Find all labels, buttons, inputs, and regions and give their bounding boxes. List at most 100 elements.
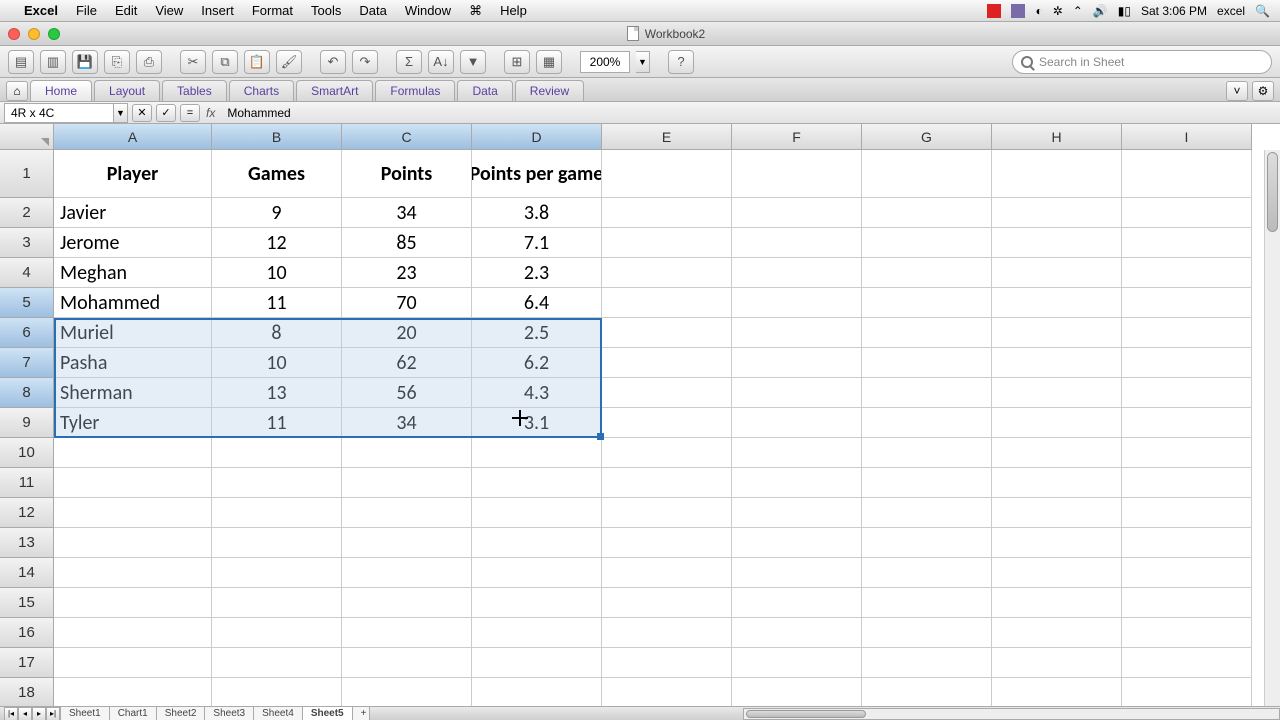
cell-D2[interactable]: 3.8 — [472, 198, 602, 228]
cell-I12[interactable] — [1122, 498, 1252, 528]
cell-H17[interactable] — [992, 648, 1122, 678]
gallery-button[interactable]: ⊞ — [504, 50, 530, 74]
name-box[interactable]: 4R x 4C — [4, 103, 114, 123]
tab-formulas[interactable]: Formulas — [375, 80, 455, 101]
cell-B3[interactable]: 12 — [212, 228, 342, 258]
cell-G2[interactable] — [862, 198, 992, 228]
redo-button[interactable]: ↷ — [352, 50, 378, 74]
cell-E14[interactable] — [602, 558, 732, 588]
sheet-tab-sheet3[interactable]: Sheet3 — [204, 707, 254, 720]
cell-B1[interactable]: Games — [212, 150, 342, 198]
cell-A1[interactable]: Player — [54, 150, 212, 198]
cell-G8[interactable] — [862, 378, 992, 408]
cell-G11[interactable] — [862, 468, 992, 498]
cell-C18[interactable] — [342, 678, 472, 706]
cell-B11[interactable] — [212, 468, 342, 498]
cell-E7[interactable] — [602, 348, 732, 378]
cell-C17[interactable] — [342, 648, 472, 678]
cell-D14[interactable] — [472, 558, 602, 588]
row-header-8[interactable]: 8 — [0, 378, 54, 408]
cell-F1[interactable] — [732, 150, 862, 198]
cell-I8[interactable] — [1122, 378, 1252, 408]
cell-H6[interactable] — [992, 318, 1122, 348]
cell-H16[interactable] — [992, 618, 1122, 648]
vertical-scrollbar[interactable] — [1264, 150, 1280, 706]
menu-window[interactable]: Window — [405, 3, 451, 18]
minimize-window-button[interactable] — [28, 28, 40, 40]
cell-A7[interactable]: Pasha — [54, 348, 212, 378]
script-menu-icon[interactable]: ⌘ — [469, 3, 482, 19]
cell-I16[interactable] — [1122, 618, 1252, 648]
cell-D3[interactable]: 7.1 — [472, 228, 602, 258]
cell-E17[interactable] — [602, 648, 732, 678]
column-header-H[interactable]: H — [992, 124, 1122, 150]
cell-A16[interactable] — [54, 618, 212, 648]
cell-C3[interactable]: 85 — [342, 228, 472, 258]
add-sheet-button[interactable]: + — [352, 707, 370, 720]
select-all-corner[interactable] — [0, 124, 54, 150]
cell-F4[interactable] — [732, 258, 862, 288]
enter-formula-button[interactable]: ✓ — [156, 104, 176, 122]
row-header-1[interactable]: 1 — [0, 150, 54, 198]
cell-G17[interactable] — [862, 648, 992, 678]
cell-B17[interactable] — [212, 648, 342, 678]
cell-A15[interactable] — [54, 588, 212, 618]
cell-D6[interactable]: 2.5 — [472, 318, 602, 348]
cell-C11[interactable] — [342, 468, 472, 498]
cell-B7[interactable]: 10 — [212, 348, 342, 378]
formula-field[interactable]: Mohammed — [221, 106, 1280, 120]
autosum-button[interactable]: Σ — [396, 50, 422, 74]
cell-G1[interactable] — [862, 150, 992, 198]
save-as-button[interactable]: ⎘ — [104, 50, 130, 74]
cell-B8[interactable]: 13 — [212, 378, 342, 408]
column-header-D[interactable]: D — [472, 124, 602, 150]
tab-home[interactable]: Home — [30, 80, 92, 101]
status-icon-red[interactable] — [987, 4, 1001, 18]
cell-D8[interactable]: 4.3 — [472, 378, 602, 408]
cell-H10[interactable] — [992, 438, 1122, 468]
horizontal-scrollbar[interactable] — [743, 708, 1280, 720]
cell-B2[interactable]: 9 — [212, 198, 342, 228]
cell-C14[interactable] — [342, 558, 472, 588]
sheet-nav-prev[interactable]: ◂ — [18, 707, 32, 720]
cell-F2[interactable] — [732, 198, 862, 228]
cell-A11[interactable] — [54, 468, 212, 498]
cell-G3[interactable] — [862, 228, 992, 258]
formula-builder-button[interactable]: = — [180, 104, 200, 122]
cell-I3[interactable] — [1122, 228, 1252, 258]
tab-layout[interactable]: Layout — [94, 80, 160, 101]
cell-H9[interactable] — [992, 408, 1122, 438]
cell-G12[interactable] — [862, 498, 992, 528]
cell-A13[interactable] — [54, 528, 212, 558]
cell-D9[interactable]: 3.1 — [472, 408, 602, 438]
row-header-18[interactable]: 18 — [0, 678, 54, 706]
menu-insert[interactable]: Insert — [201, 3, 234, 18]
toolbox-button[interactable]: ▦ — [536, 50, 562, 74]
cell-I17[interactable] — [1122, 648, 1252, 678]
cell-H4[interactable] — [992, 258, 1122, 288]
cell-I1[interactable] — [1122, 150, 1252, 198]
cell-H13[interactable] — [992, 528, 1122, 558]
cell-F10[interactable] — [732, 438, 862, 468]
cell-F5[interactable] — [732, 288, 862, 318]
cell-E6[interactable] — [602, 318, 732, 348]
cell-E9[interactable] — [602, 408, 732, 438]
cell-F9[interactable] — [732, 408, 862, 438]
sort-button[interactable]: A↓ — [428, 50, 454, 74]
cell-I9[interactable] — [1122, 408, 1252, 438]
cell-C1[interactable]: Points — [342, 150, 472, 198]
cell-H15[interactable] — [992, 588, 1122, 618]
cell-E13[interactable] — [602, 528, 732, 558]
cell-D7[interactable]: 6.2 — [472, 348, 602, 378]
cell-I2[interactable] — [1122, 198, 1252, 228]
cell-H1[interactable] — [992, 150, 1122, 198]
cell-I11[interactable] — [1122, 468, 1252, 498]
copy-button[interactable]: ⧉ — [212, 50, 238, 74]
row-header-7[interactable]: 7 — [0, 348, 54, 378]
cell-D17[interactable] — [472, 648, 602, 678]
open-button[interactable]: ▥ — [40, 50, 66, 74]
sheet-tab-sheet2[interactable]: Sheet2 — [156, 707, 206, 720]
cell-B18[interactable] — [212, 678, 342, 706]
column-header-E[interactable]: E — [602, 124, 732, 150]
cell-E12[interactable] — [602, 498, 732, 528]
